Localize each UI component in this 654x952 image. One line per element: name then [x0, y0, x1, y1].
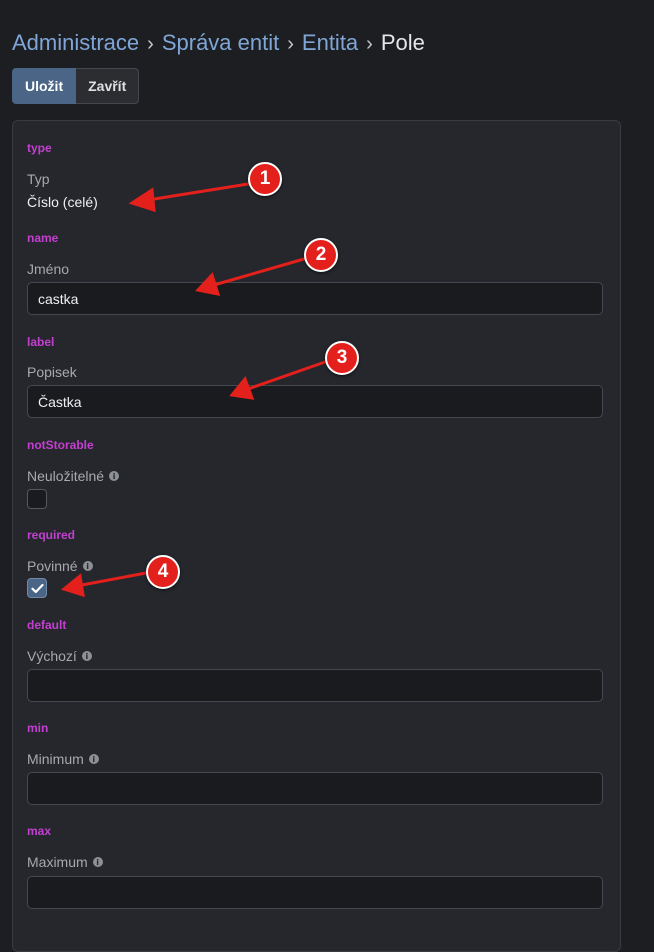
field-label-text: Typ — [27, 171, 50, 187]
default-input[interactable] — [27, 669, 603, 702]
min-input[interactable] — [27, 772, 603, 805]
close-button[interactable]: Zavřít — [76, 68, 140, 104]
field-label-min: Minimum i — [27, 751, 99, 767]
breadcrumb-link-administrace[interactable]: Administrace — [12, 30, 139, 55]
name-input[interactable] — [27, 282, 603, 315]
required-checkbox[interactable] — [27, 578, 47, 598]
annotation-badge-3: 3 — [325, 341, 359, 375]
info-icon[interactable]: i — [82, 561, 93, 571]
annotation-badge-2: 2 — [304, 238, 338, 272]
breadcrumb-separator: › — [287, 33, 294, 55]
info-icon[interactable]: i — [109, 471, 120, 481]
max-input[interactable] — [27, 876, 603, 909]
field-key-name: name — [27, 231, 59, 245]
field-label-text: Neuložitelné — [27, 468, 105, 484]
field-key-default: default — [27, 618, 67, 632]
field-label-name: Jméno — [27, 261, 69, 277]
field-label-text: Popisek — [27, 364, 77, 380]
field-label-max: Maximum i — [27, 854, 103, 870]
field-label-text: Povinné — [27, 558, 78, 574]
page-title: Pole — [380, 30, 425, 55]
info-icon[interactable]: i — [88, 754, 99, 764]
field-key-label: label — [27, 335, 55, 349]
field-label-notstorable: Neuložitelné i — [27, 468, 120, 484]
type-value: Číslo (celé) — [27, 194, 98, 210]
field-label-type: Typ — [27, 171, 50, 187]
field-key-notstorable: notStorable — [27, 438, 94, 452]
save-button[interactable]: Uložit — [12, 68, 77, 104]
field-label-text: Výchozí — [27, 648, 77, 664]
breadcrumb: Administrace › Správa entit › Entita › Pole — [12, 30, 425, 56]
breadcrumb-separator: › — [366, 33, 373, 55]
field-key-max: max — [27, 824, 52, 838]
checkmark-icon — [30, 583, 44, 593]
breadcrumb-link-entita[interactable]: Entita — [302, 30, 358, 55]
info-icon[interactable]: i — [81, 651, 92, 661]
field-label-required: Povinné i — [27, 558, 93, 574]
annotation-badge-4: 4 — [146, 555, 180, 589]
annotation-badge-1: 1 — [248, 162, 282, 196]
field-key-min: min — [27, 721, 49, 735]
field-label-text: Maximum — [27, 854, 88, 870]
field-label-label: Popisek — [27, 364, 77, 380]
field-key-required: required — [27, 528, 76, 542]
field-key-type: type — [27, 141, 52, 155]
label-input[interactable] — [27, 385, 603, 418]
breadcrumb-separator: › — [147, 33, 154, 55]
field-label-default: Výchozí i — [27, 648, 92, 664]
action-toolbar: Uložit Zavřít — [12, 68, 140, 104]
info-icon[interactable]: i — [92, 857, 103, 867]
field-label-text: Jméno — [27, 261, 70, 277]
field-label-text: Minimum — [27, 751, 84, 767]
notstorable-checkbox[interactable] — [27, 489, 47, 509]
breadcrumb-link-sprava-entit[interactable]: Správa entit — [162, 30, 279, 55]
